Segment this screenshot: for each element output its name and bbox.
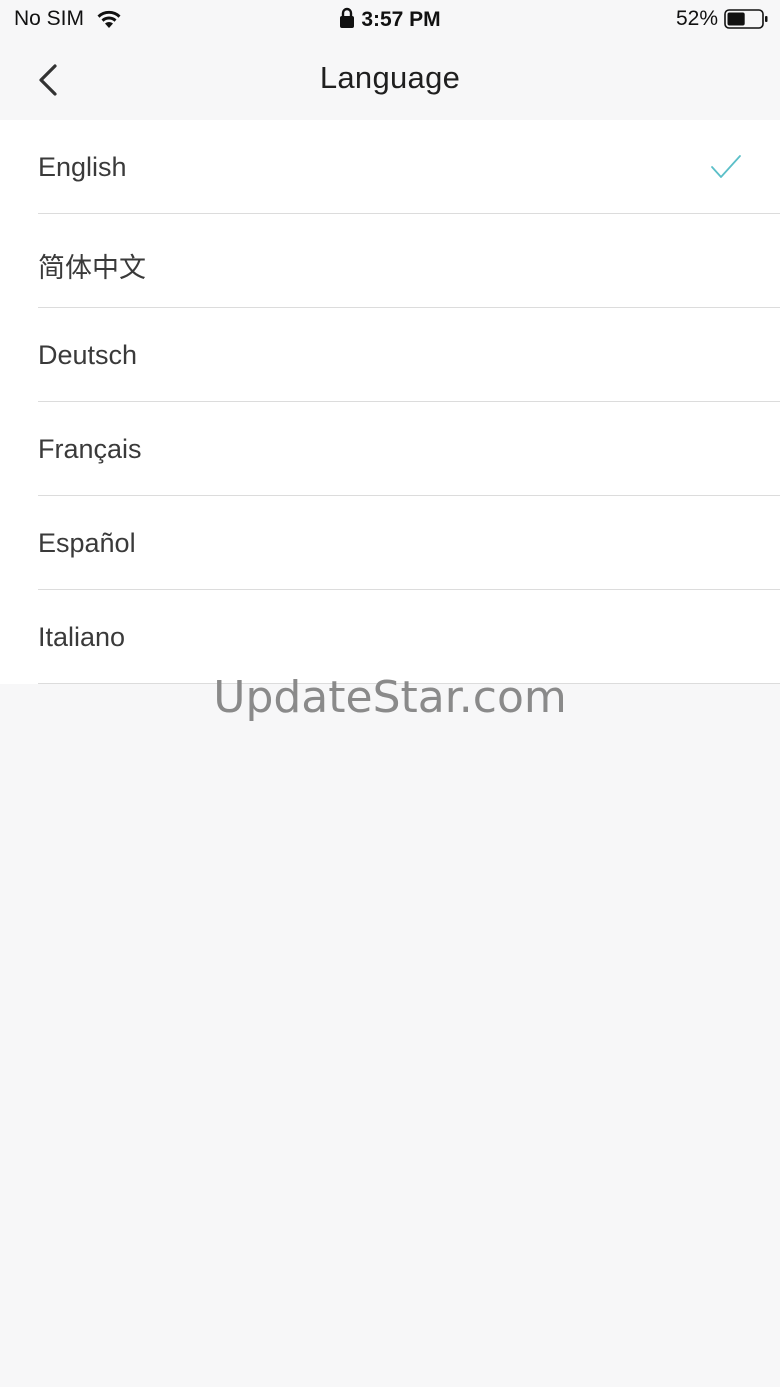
language-item-spanish[interactable]: Español [0, 496, 780, 590]
status-bar: No SIM 3:57 PM 52% [0, 0, 780, 40]
watermark: UpdateStar.com [213, 672, 567, 723]
language-label: Deutsch [38, 340, 138, 370]
battery-percent-label: 52% [675, 7, 718, 30]
language-label: 简体中文 [38, 253, 146, 283]
language-label: Italiano [38, 622, 126, 652]
navigation-bar: Language [0, 40, 780, 120]
page-title: Language [319, 60, 461, 95]
lock-icon [340, 7, 355, 28]
language-label: English [38, 152, 127, 182]
language-item-simplified-chinese[interactable]: 简体中文 [0, 214, 780, 308]
language-label: Español [38, 528, 136, 558]
language-item-english[interactable]: English [0, 120, 780, 214]
language-label: Français [38, 434, 142, 464]
battery-icon [724, 9, 768, 29]
language-list: English 简体中文 Deutsch Français Español It… [0, 120, 780, 684]
language-item-italian[interactable]: Italiano [0, 590, 780, 684]
language-item-french[interactable]: Français [0, 402, 780, 496]
language-item-german[interactable]: Deutsch [0, 308, 780, 402]
status-clock: 3:57 PM [0, 7, 780, 32]
status-right: 52% [676, 7, 768, 31]
time-label: 3:57 PM [361, 8, 441, 31]
checkmark-icon [711, 155, 741, 178]
